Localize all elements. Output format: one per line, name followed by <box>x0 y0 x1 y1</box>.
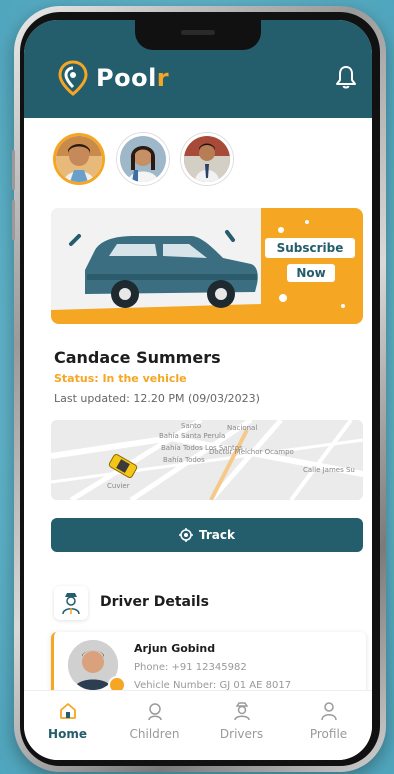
map-label: Bahía Todos <box>163 456 205 464</box>
driver-phone: Phone: +91 12345982 <box>134 662 247 673</box>
brand-name: Poolr <box>96 64 169 92</box>
nav-drivers-label: Drivers <box>219 727 264 741</box>
track-button[interactable]: Track <box>51 518 363 552</box>
driver-details-title: Driver Details <box>100 594 209 610</box>
nav-children[interactable]: Children <box>111 691 198 760</box>
map-label: Cuvier <box>107 482 130 490</box>
bell-icon[interactable] <box>334 64 358 90</box>
child-name: Candace Summers <box>54 348 221 367</box>
driver-name: Arjun Gobind <box>134 642 216 655</box>
drivers-icon <box>233 702 250 721</box>
location-pin-logo-icon <box>58 60 88 96</box>
home-icon <box>59 703 76 719</box>
bottom-navigation: Home Children Drivers Profile <box>24 690 372 760</box>
child-avatar[interactable] <box>117 133 169 185</box>
volume-button <box>12 150 15 190</box>
subscribe-now-label[interactable]: Now <box>287 264 335 282</box>
nav-home-label: Home <box>48 727 87 741</box>
driver-avatar-icon <box>62 593 80 615</box>
children-icon <box>147 703 162 721</box>
track-label: Track <box>199 528 235 542</box>
app-logo[interactable]: Poolr <box>58 60 169 96</box>
child-photo <box>184 136 230 182</box>
child-photo <box>120 136 166 182</box>
map-label: Santo <box>181 422 202 430</box>
driver-icon <box>54 586 88 620</box>
nav-profile[interactable]: Profile <box>285 691 372 760</box>
child-avatar[interactable] <box>53 133 105 185</box>
nav-profile-label: Profile <box>309 727 348 741</box>
map-label: Nacional <box>227 424 258 432</box>
child-avatar[interactable] <box>181 133 233 185</box>
subscribe-label[interactable]: Subscribe <box>265 238 355 258</box>
child-photo <box>56 136 102 182</box>
location-map[interactable]: Santo Bahía Santa Perula Nacional Bahía … <box>51 420 363 500</box>
subscribe-banner[interactable]: Subscribe Now <box>51 208 363 324</box>
brand-text: Pool <box>96 64 157 92</box>
child-status: Status: In the vehicle <box>54 372 187 385</box>
volume-button <box>12 200 15 240</box>
phone-notch <box>135 20 261 50</box>
map-label: Bahía Santa Perula <box>159 432 226 440</box>
map-label: Doctor Melchor Ocampo <box>209 448 294 456</box>
nav-home[interactable]: Home <box>24 691 111 760</box>
last-updated: Last updated: 12.20 PM (09/03/2023) <box>54 392 260 405</box>
main-content: Subscribe Now Candace Summers Status: In… <box>24 118 372 712</box>
app-screen: Poolr Subscribe Now Candace Summers Stat… <box>24 20 372 760</box>
speaker <box>181 30 215 35</box>
target-icon <box>179 528 193 542</box>
map-label: Calle James Su <box>303 466 355 474</box>
nav-children-label: Children <box>129 727 180 741</box>
children-selector <box>53 133 233 185</box>
nav-drivers[interactable]: Drivers <box>198 691 285 760</box>
brand-accent-text: r <box>156 64 170 92</box>
profile-icon <box>320 702 337 721</box>
